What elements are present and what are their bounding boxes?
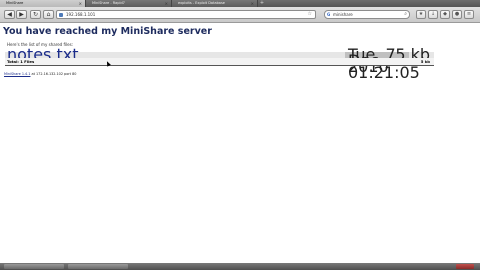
- taskbar-item[interactable]: [456, 264, 474, 269]
- search-input[interactable]: G minishare ⌕: [324, 10, 410, 19]
- total-label: Total: 1 Files: [7, 59, 35, 64]
- home-icon: ⌂: [46, 11, 51, 18]
- bookmarks-icon: ★: [418, 11, 424, 17]
- search-icon[interactable]: ⌕: [404, 11, 407, 18]
- site-favicon: [59, 12, 63, 17]
- addon-icon: ◆: [443, 11, 447, 17]
- back-arrow-icon: ◀: [7, 11, 12, 18]
- new-tab-icon[interactable]: +: [258, 0, 266, 7]
- back-button[interactable]: ◀: [4, 10, 15, 19]
- tab-second[interactable]: MiniShare - Rapid7 ×: [86, 0, 172, 7]
- forward-button[interactable]: ▶: [16, 10, 27, 19]
- downloads-button[interactable]: ↓: [428, 10, 438, 19]
- tab-label: MiniShare - Rapid7: [92, 1, 125, 5]
- reload-button[interactable]: ↻: [30, 10, 41, 19]
- url-text: 192.168.1.101: [66, 12, 96, 17]
- search-engine-icon[interactable]: G: [327, 11, 330, 18]
- page-title: You have reached my MiniShare server: [3, 26, 212, 37]
- tab-minishare[interactable]: MiniShare ×: [0, 0, 86, 7]
- addon-button[interactable]: ◆: [440, 10, 450, 19]
- bookmarks-button[interactable]: ★: [416, 10, 426, 19]
- taskbar-item[interactable]: [68, 264, 128, 269]
- taskbar-item[interactable]: [4, 264, 64, 269]
- addon-icon: ●: [454, 11, 460, 17]
- download-icon: ↓: [430, 11, 436, 17]
- total-row: Total: 1 Files 5 kb: [5, 58, 434, 66]
- menu-button[interactable]: ≡: [464, 10, 474, 19]
- home-button[interactable]: ⌂: [43, 10, 54, 19]
- server-footer: MiniShare 1.4.1 at 172.16.132.102 port 8…: [4, 72, 76, 76]
- address-bar[interactable]: 192.168.1.101 ☆: [56, 10, 316, 19]
- menu-icon: ≡: [466, 11, 472, 17]
- addon-button-2[interactable]: ●: [452, 10, 462, 19]
- navigation-bar: ◀ ▶ ↻ ⌂ 192.168.1.101 ☆ G minishare ⌕ ★ …: [0, 7, 480, 23]
- close-icon[interactable]: ×: [165, 0, 168, 7]
- close-icon[interactable]: ×: [251, 0, 254, 7]
- tab-third[interactable]: exploits - Exploit Database ×: [172, 0, 258, 7]
- search-text: minishare: [333, 12, 353, 17]
- server-address: at 172.16.132.102 port 80: [30, 72, 77, 76]
- server-version-link[interactable]: MiniShare 1.4.1: [4, 72, 30, 76]
- tab-bar: MiniShare × MiniShare - Rapid7 × exploit…: [0, 0, 480, 7]
- total-size: 5 kb: [420, 59, 430, 64]
- tab-label: exploits - Exploit Database: [178, 1, 225, 5]
- tab-label: MiniShare: [6, 1, 24, 5]
- taskbar: [0, 263, 480, 270]
- reload-icon: ↻: [32, 11, 39, 18]
- bookmark-star-icon[interactable]: ☆: [308, 11, 312, 18]
- forward-arrow-icon: ▶: [19, 11, 24, 18]
- close-icon[interactable]: ×: [79, 0, 82, 7]
